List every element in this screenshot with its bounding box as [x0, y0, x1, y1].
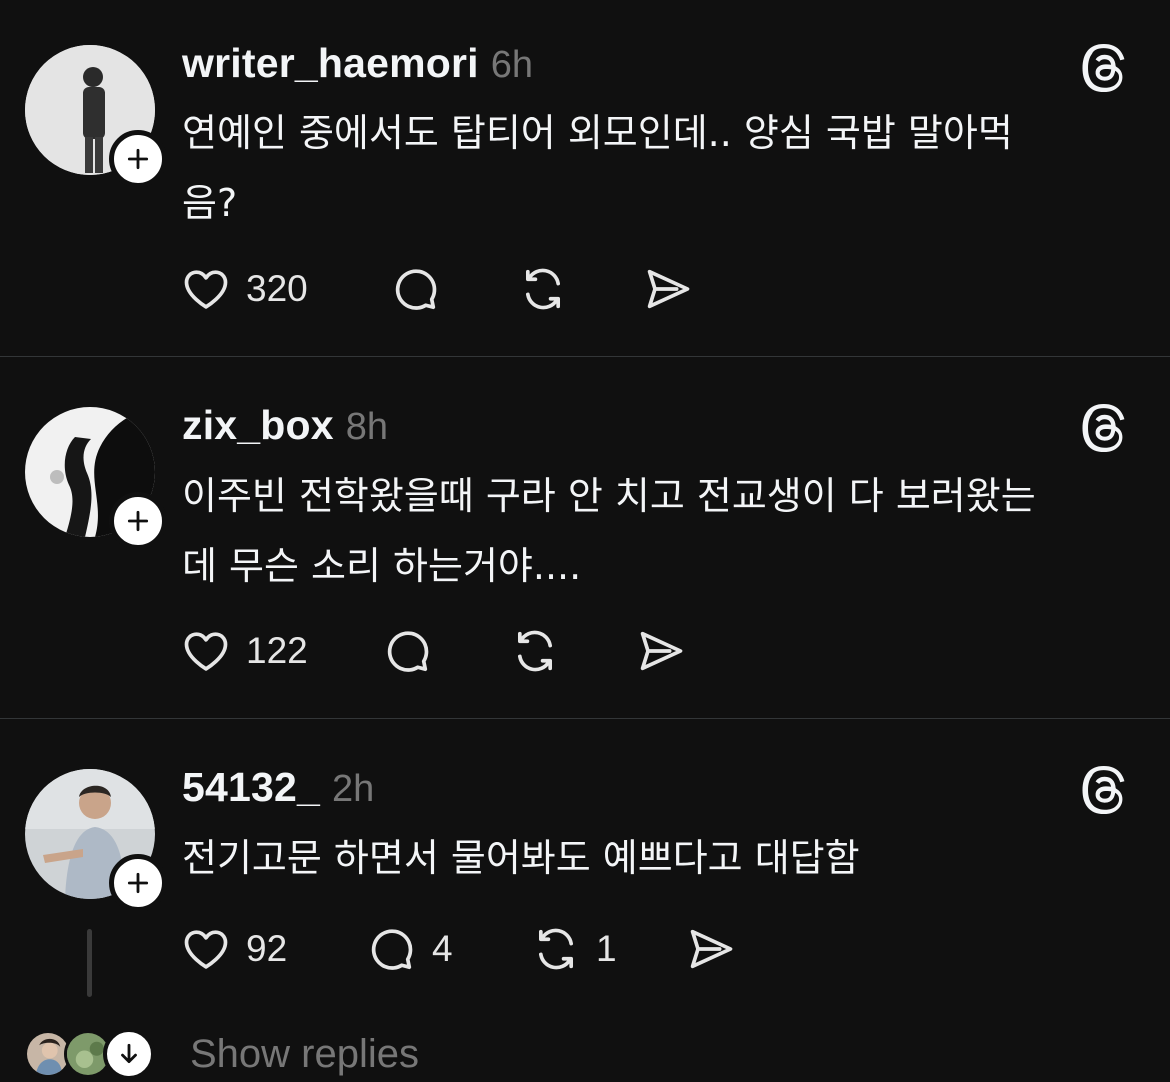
show-replies-row[interactable]: Show replies — [0, 1020, 1170, 1082]
follow-button[interactable] — [109, 854, 167, 912]
action-bar: 122 — [180, 623, 720, 679]
like-count: 320 — [246, 268, 308, 309]
username[interactable]: 54132_ — [182, 764, 320, 811]
expand-replies-button[interactable] — [103, 1028, 155, 1080]
timestamp: 6h — [490, 44, 534, 86]
post-header: writer_haemori 6h — [182, 40, 533, 87]
username[interactable]: zix_box — [182, 402, 334, 449]
follow-button[interactable] — [109, 130, 167, 188]
thread-connector-line — [87, 929, 92, 997]
username[interactable]: writer_haemori — [182, 40, 479, 87]
threads-logo-icon[interactable] — [1080, 402, 1132, 454]
post-card[interactable]: zix_box 8h 이주빈 전학왔을때 구라 안 치고 전교생이 다 보러왔는… — [0, 357, 1170, 718]
heart-icon — [184, 270, 228, 309]
post-card[interactable]: writer_haemori 6h 연예인 중에서도 탑티어 외모인데.. 양심… — [0, 0, 1170, 356]
repost-button[interactable]: 1 — [530, 921, 617, 977]
like-button[interactable]: 122 — [180, 623, 308, 679]
comment-icon — [387, 631, 429, 672]
like-button[interactable]: 320 — [180, 261, 308, 317]
reply-button[interactable] — [382, 623, 434, 679]
show-replies-link[interactable]: Show replies — [190, 1032, 419, 1077]
like-count: 92 — [246, 928, 288, 969]
share-button[interactable] — [642, 261, 694, 317]
like-count: 122 — [246, 630, 308, 671]
plus-icon — [127, 510, 149, 532]
reply-button[interactable] — [390, 261, 442, 317]
action-bar: 92 4 1 — [180, 921, 760, 977]
send-icon — [640, 631, 683, 671]
post-text: 연예인 중에서도 탑티어 외모인데.. 양심 국밥 말아먹 음? — [182, 111, 1013, 225]
post-header: zix_box 8h — [182, 402, 388, 449]
action-bar: 320 — [180, 261, 720, 317]
share-button[interactable] — [685, 921, 737, 977]
send-icon — [647, 269, 690, 309]
post-header: 54132_ 2h — [182, 764, 374, 811]
heart-icon — [184, 930, 228, 969]
like-button[interactable]: 92 — [180, 921, 287, 977]
repost-icon — [538, 928, 574, 970]
arrow-down-icon — [121, 1043, 137, 1063]
threads-logo-icon[interactable] — [1080, 764, 1132, 816]
plus-icon — [127, 872, 149, 894]
threads-logo-icon[interactable] — [1080, 42, 1132, 94]
repost-icon — [517, 630, 553, 672]
follow-button[interactable] — [109, 492, 167, 550]
heart-icon — [184, 632, 228, 671]
timestamp: 8h — [345, 406, 389, 448]
repost-button[interactable] — [509, 623, 561, 679]
plus-icon — [127, 148, 149, 170]
comment-icon — [371, 929, 413, 970]
post-text: 전기고문 하면서 물어봐도 예쁘다고 대답함 — [182, 836, 860, 880]
send-icon — [690, 929, 733, 969]
timestamp: 2h — [332, 768, 375, 810]
repost-icon — [525, 268, 561, 310]
post-text: 이주빈 전학왔을때 구라 안 치고 전교생이 다 보러왔는 데 무슨 소리 하는… — [182, 474, 1036, 588]
reply-count: 4 — [432, 928, 453, 969]
comment-icon — [395, 269, 437, 310]
repost-button[interactable] — [517, 261, 569, 317]
share-button[interactable] — [635, 623, 687, 679]
reply-button[interactable]: 4 — [366, 921, 453, 977]
repost-count: 1 — [596, 928, 617, 969]
